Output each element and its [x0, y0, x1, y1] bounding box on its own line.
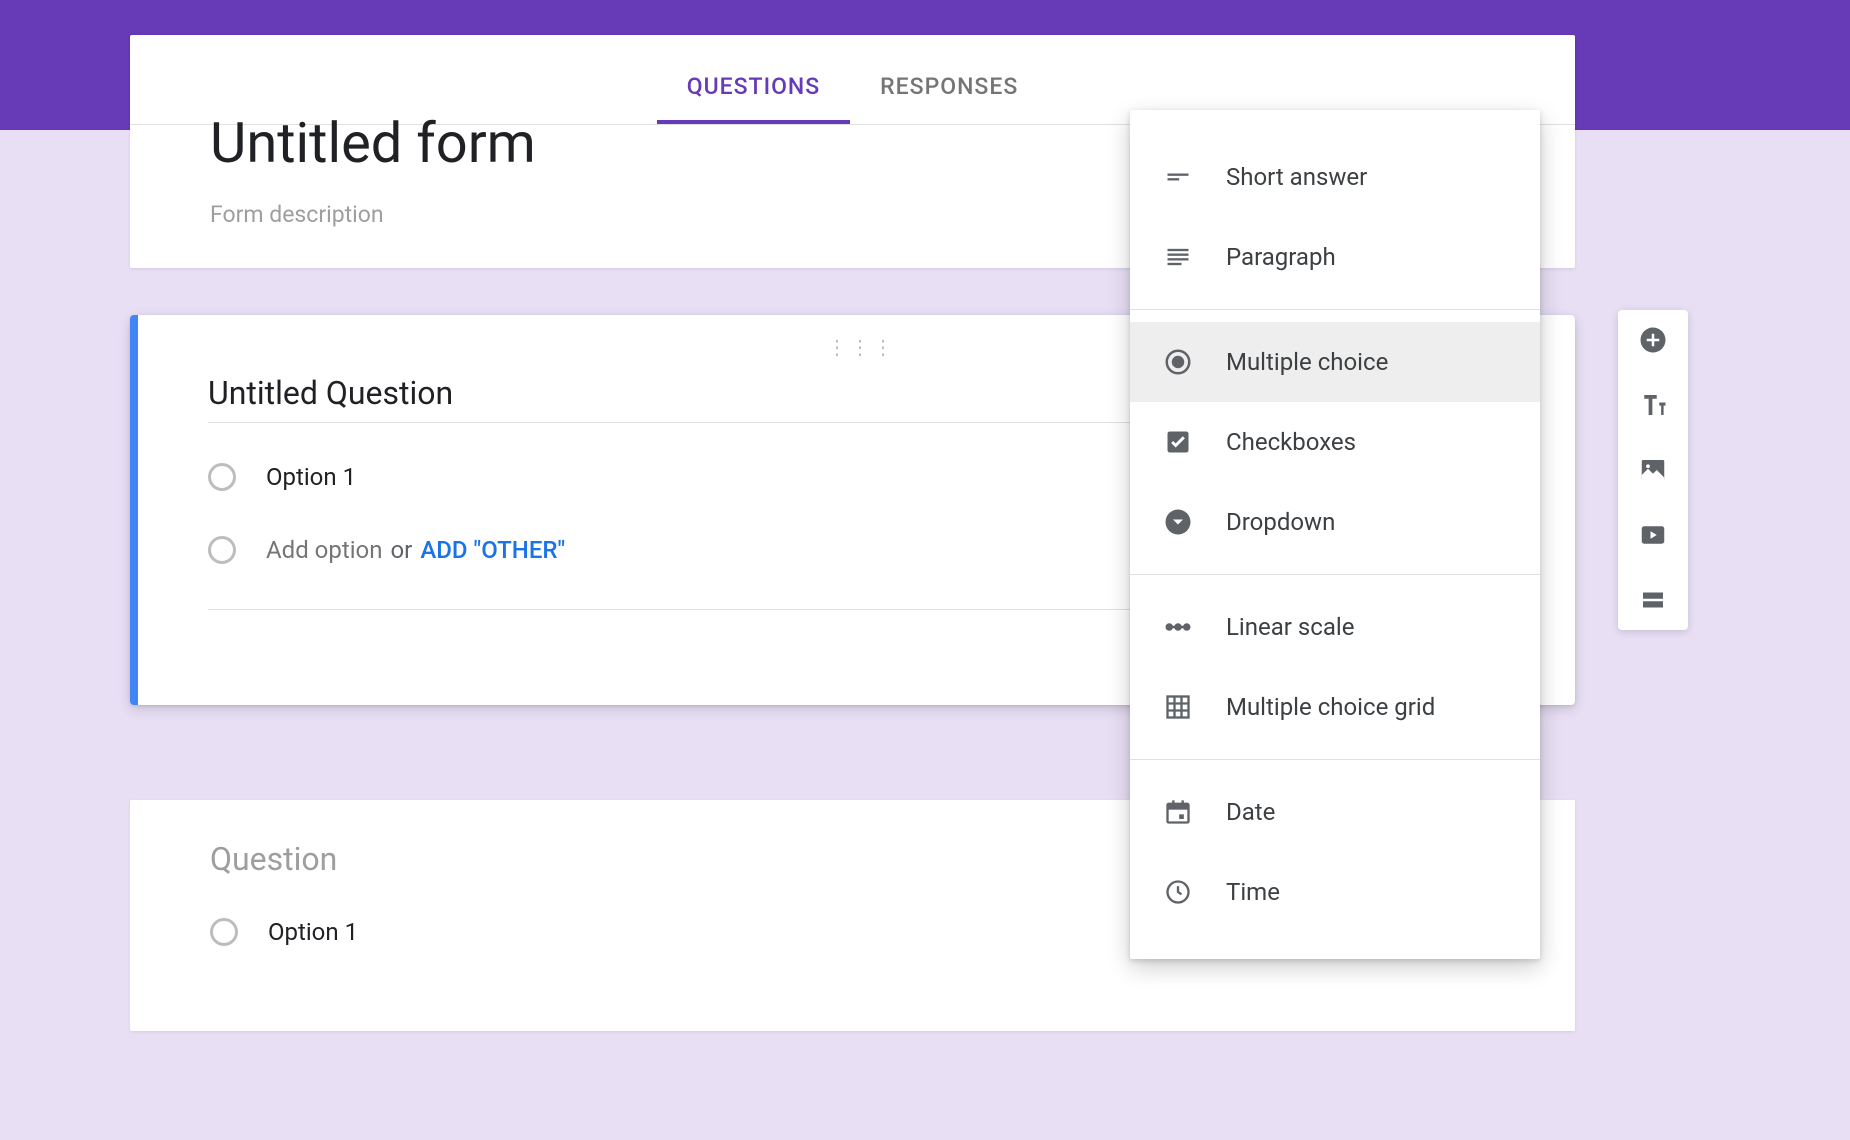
- add-question-button[interactable]: [1638, 325, 1668, 355]
- menu-label: Linear scale: [1226, 613, 1354, 641]
- menu-item-paragraph[interactable]: Paragraph: [1130, 217, 1540, 297]
- radio-selected-icon: [1160, 344, 1196, 380]
- menu-item-multiple-choice[interactable]: Multiple choice: [1130, 322, 1540, 402]
- linear-scale-icon: [1160, 609, 1196, 645]
- side-toolbar: [1618, 310, 1688, 630]
- tab-questions[interactable]: QUESTIONS: [657, 53, 850, 124]
- menu-label: Time: [1226, 878, 1280, 906]
- add-option-text[interactable]: Add option: [266, 536, 382, 564]
- add-image-button[interactable]: [1638, 455, 1668, 485]
- menu-item-multiple-choice-grid[interactable]: Multiple choice grid: [1130, 667, 1540, 747]
- option-text: Option 1: [268, 918, 358, 946]
- clock-icon: [1160, 874, 1196, 910]
- add-section-button[interactable]: [1638, 585, 1668, 615]
- calendar-icon: [1160, 794, 1196, 830]
- menu-label: Short answer: [1226, 163, 1367, 191]
- radio-icon: [208, 536, 236, 564]
- menu-item-date[interactable]: Date: [1130, 772, 1540, 852]
- add-title-button[interactable]: [1638, 390, 1668, 420]
- menu-item-checkboxes[interactable]: Checkboxes: [1130, 402, 1540, 482]
- menu-item-dropdown[interactable]: Dropdown: [1130, 482, 1540, 562]
- grid-icon: [1160, 689, 1196, 725]
- option-text[interactable]: Option 1: [266, 463, 356, 491]
- menu-label: Multiple choice grid: [1226, 693, 1435, 721]
- question-title-input[interactable]: Untitled Question: [208, 374, 1188, 423]
- dropdown-icon: [1160, 504, 1196, 540]
- menu-item-short-answer[interactable]: Short answer: [1130, 137, 1540, 217]
- checkbox-icon: [1160, 424, 1196, 460]
- question-type-menu: Short answer Paragraph Multiple choice C…: [1130, 110, 1540, 959]
- tab-responses[interactable]: RESPONSES: [850, 53, 1048, 124]
- menu-item-linear-scale[interactable]: Linear scale: [1130, 587, 1540, 667]
- radio-icon: [210, 918, 238, 946]
- short-answer-icon: [1160, 159, 1196, 195]
- menu-label: Multiple choice: [1226, 348, 1388, 376]
- add-other-button[interactable]: ADD "OTHER": [420, 536, 565, 564]
- paragraph-icon: [1160, 239, 1196, 275]
- menu-label: Paragraph: [1226, 243, 1336, 271]
- add-video-button[interactable]: [1638, 520, 1668, 550]
- or-text: or: [390, 536, 412, 564]
- radio-icon: [208, 463, 236, 491]
- menu-label: Dropdown: [1226, 508, 1335, 536]
- menu-label: Date: [1226, 798, 1275, 826]
- menu-item-time[interactable]: Time: [1130, 852, 1540, 932]
- menu-label: Checkboxes: [1226, 428, 1356, 456]
